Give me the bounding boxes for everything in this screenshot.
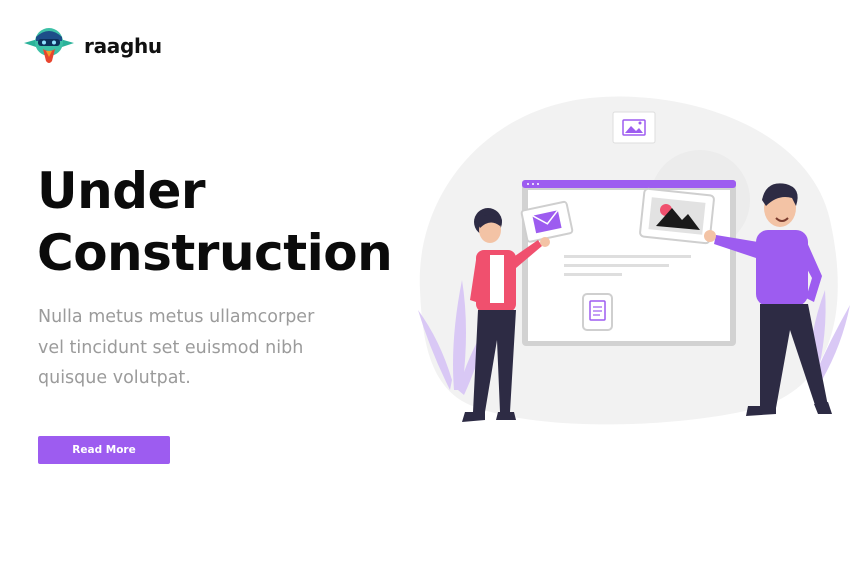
hero-illustration [418, 96, 850, 425]
brand-name: raaghu [84, 34, 162, 58]
description-line-3: quisque volutpat. [38, 368, 191, 388]
logo[interactable]: raaghu [22, 25, 162, 67]
parrot-mascot-icon [24, 28, 74, 63]
title-line-1: Under [37, 162, 206, 220]
document-icon [582, 293, 613, 331]
image-icon [612, 111, 656, 144]
description-line-2: vel tincidunt set euismod nibh [38, 337, 304, 358]
read-more-button[interactable]: Read More [38, 436, 170, 464]
photo-icon [639, 187, 715, 245]
description-line-1: Nulla metus metus ullamcorper [38, 307, 315, 327]
title-line-2: Construction [37, 224, 393, 282]
hero-description: Nulla metus metus ullamcorper vel tincid… [38, 302, 358, 394]
page-title: Under Construction [37, 160, 393, 284]
